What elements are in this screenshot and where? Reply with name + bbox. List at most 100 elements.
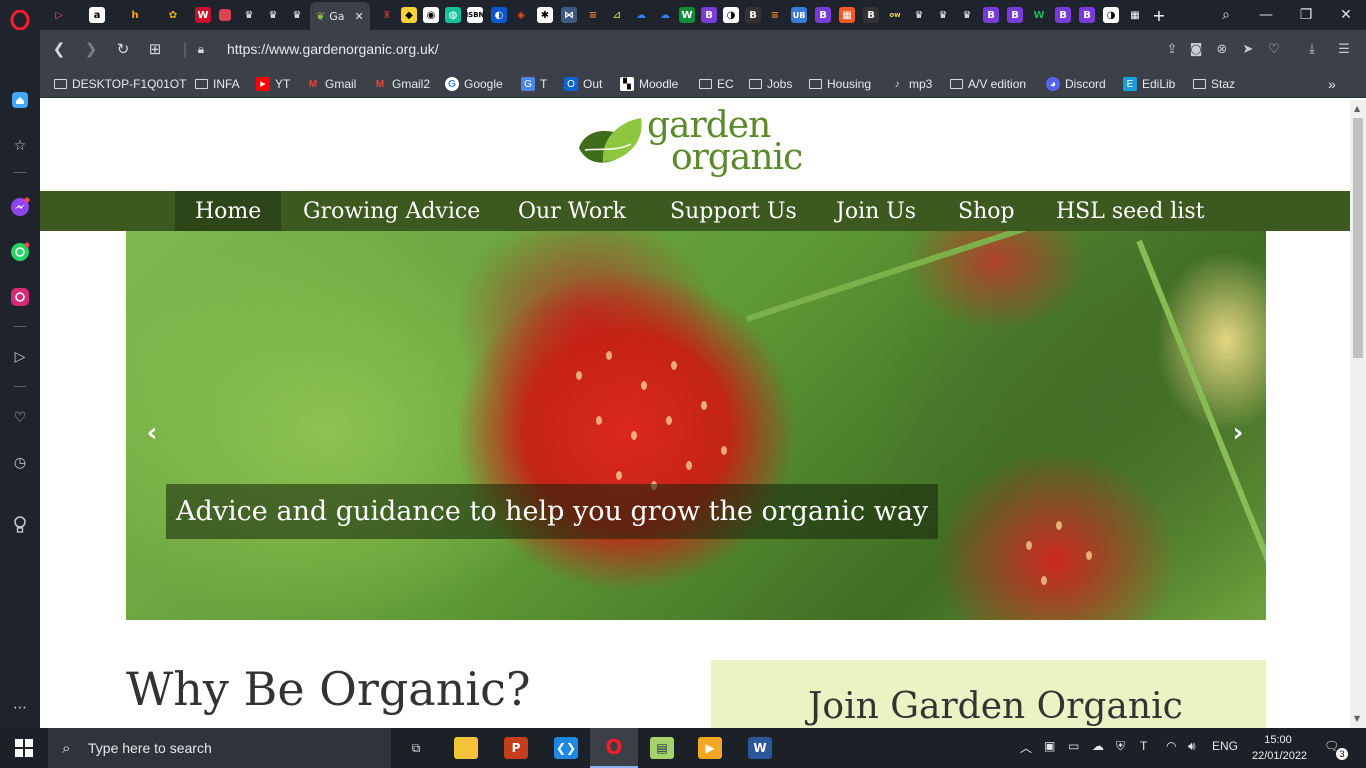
opera-logo-icon[interactable] <box>8 8 32 32</box>
tab-favicon[interactable]: ◆ <box>398 4 420 26</box>
url-field[interactable]: https://www.gardenorganic.org.uk/ <box>227 41 439 57</box>
tab-favicon[interactable]: B <box>812 4 834 26</box>
tab-favicon[interactable]: ≡ <box>764 4 786 26</box>
opera-taskbar-button[interactable]: O <box>590 728 638 768</box>
bookmark-item[interactable]: O Out <box>564 75 602 93</box>
bookmark-heart-icon[interactable]: ♡ <box>1264 39 1284 59</box>
close-window-icon[interactable]: ✕ <box>1335 4 1357 26</box>
active-tab[interactable]: ❦ Ga ✕ <box>310 2 370 30</box>
adblock-icon[interactable]: ⊗ <box>1212 39 1232 59</box>
tab-favicon[interactable]: ◑ <box>720 4 742 26</box>
bookmark-item[interactable]: EC <box>699 75 734 93</box>
carousel-prev-icon[interactable]: ‹ <box>140 418 164 448</box>
nav-growing-advice[interactable]: Growing Advice <box>283 191 500 231</box>
tab-favicon[interactable]: ⊿ <box>606 4 628 26</box>
volume-icon[interactable]: 🔊︎ <box>1188 739 1196 754</box>
taskbar-search[interactable]: ⌕ Type here to search <box>48 728 391 768</box>
powerpoint-button[interactable]: P <box>492 728 540 768</box>
site-logo[interactable]: garden organic <box>575 108 825 182</box>
lock-icon[interactable]: 🔒︎ <box>190 38 212 60</box>
show-hidden-icons[interactable]: ︿ <box>1020 739 1032 756</box>
messenger-icon[interactable] <box>8 195 32 219</box>
tab-favicon[interactable]: h <box>124 4 146 26</box>
tab-menu-icon[interactable]: ▦ <box>1124 4 1146 26</box>
tab-favicon[interactable]: ✿ <box>162 4 184 26</box>
easy-setup-icon[interactable]: ☰ <box>1334 39 1354 59</box>
new-tab-icon[interactable]: + <box>1148 4 1170 26</box>
file-explorer-button[interactable] <box>442 728 490 768</box>
heart-icon[interactable]: ♡ <box>8 406 32 430</box>
bookmark-item[interactable]: Jobs <box>749 75 792 93</box>
onedrive-icon[interactable]: ☁ <box>1092 739 1104 753</box>
instagram-icon[interactable] <box>8 285 32 309</box>
tab-favicon[interactable]: B <box>980 4 1002 26</box>
tab-favicon[interactable]: ◑ <box>1100 4 1122 26</box>
nav-support-us[interactable]: Support Us <box>650 191 817 231</box>
scroll-up-icon[interactable]: ▲ <box>1354 104 1360 113</box>
player-icon[interactable]: ▷ <box>8 345 32 369</box>
tab-favicon[interactable] <box>214 4 236 26</box>
more-bookmarks-icon[interactable]: » <box>1328 75 1336 93</box>
tab-favicon[interactable]: B <box>1076 4 1098 26</box>
tab-favicon[interactable]: B <box>860 4 882 26</box>
tray-app-icon[interactable]: ▣ <box>1044 739 1055 753</box>
security-icon[interactable]: ⛨ <box>1116 739 1125 754</box>
bookmark-item[interactable]: ♪ mp3 <box>890 75 933 93</box>
bookmark-item[interactable]: GT <box>521 75 547 93</box>
wifi-icon[interactable]: ◠ <box>1166 739 1176 753</box>
snapshot-icon[interactable]: ◙ <box>1186 39 1206 59</box>
lightbulb-icon[interactable] <box>8 513 32 537</box>
spreadsheet-app-button[interactable]: ▤ <box>638 728 686 768</box>
tab-favicon[interactable]: ♛ <box>238 4 260 26</box>
bookmark-item[interactable]: DESKTOP-F1Q01OT <box>54 75 186 93</box>
nav-hsl-seed-list[interactable]: HSL seed list <box>1036 191 1224 231</box>
clock[interactable]: 15:00 22/01/2022 <box>1252 732 1307 764</box>
close-tab-icon[interactable]: ✕ <box>354 10 363 23</box>
tab-favicon[interactable]: ♜ <box>376 4 398 26</box>
tab-favicon[interactable]: ▷ <box>48 4 70 26</box>
nav-home[interactable]: Home <box>175 191 282 231</box>
media-app-button[interactable]: ▶ <box>686 728 734 768</box>
tab-favicon[interactable]: ♛ <box>286 4 308 26</box>
tab-favicon[interactable]: W <box>1028 4 1050 26</box>
bookmark-item[interactable]: M Gmail <box>306 75 357 93</box>
teams-icon[interactable]: T <box>1140 739 1147 753</box>
tab-favicon[interactable]: ♛ <box>932 4 954 26</box>
tab-favicon[interactable]: W <box>676 4 698 26</box>
tab-favicon[interactable]: B <box>742 4 764 26</box>
star-icon[interactable]: ☆ <box>8 134 32 158</box>
tab-favicon[interactable]: ⋈ <box>558 4 580 26</box>
tab-favicon[interactable]: B <box>1004 4 1026 26</box>
vscode-button[interactable]: ❮❯ <box>542 728 590 768</box>
bookmark-item[interactable]: Housing <box>809 75 871 93</box>
language-indicator[interactable]: ENG <box>1212 739 1238 753</box>
tab-favicon[interactable]: ☁ <box>654 4 676 26</box>
tab-favicon[interactable]: ♛ <box>956 4 978 26</box>
tab-favicon[interactable]: ow <box>884 4 906 26</box>
tab-favicon[interactable]: ISBN <box>464 4 486 26</box>
tab-favicon[interactable]: ◐ <box>488 4 510 26</box>
home-icon[interactable] <box>8 88 32 112</box>
history-icon[interactable]: ◷ <box>8 451 32 475</box>
restore-icon[interactable]: ❐ <box>1295 4 1317 26</box>
whatsapp-icon[interactable] <box>8 240 32 264</box>
bookmark-item[interactable]: G Google <box>445 75 503 93</box>
bookmark-item[interactable]: INFA <box>195 75 240 93</box>
forward-icon[interactable]: ❯ <box>80 38 102 60</box>
reload-icon[interactable]: ↻ <box>112 38 134 60</box>
tab-favicon[interactable]: W <box>192 4 214 26</box>
tab-favicon[interactable]: ▦ <box>836 4 858 26</box>
tab-favicon[interactable]: ✱ <box>534 4 556 26</box>
carousel-next-icon[interactable]: › <box>1226 418 1250 448</box>
tab-favicon[interactable]: ◉ <box>420 4 442 26</box>
nav-our-work[interactable]: Our Work <box>498 191 646 231</box>
download-icon[interactable]: ⤓ <box>1302 39 1322 59</box>
tab-favicon[interactable]: ◈ <box>510 4 532 26</box>
battery-icon[interactable]: ▭ <box>1068 739 1079 753</box>
send-icon[interactable]: ➤ <box>1238 39 1258 59</box>
tab-favicon[interactable]: a <box>86 4 108 26</box>
scroll-thumb[interactable] <box>1353 118 1363 358</box>
minimize-icon[interactable]: — <box>1255 4 1277 26</box>
tab-favicon[interactable]: ♛ <box>908 4 930 26</box>
tab-favicon[interactable]: ☁ <box>630 4 652 26</box>
